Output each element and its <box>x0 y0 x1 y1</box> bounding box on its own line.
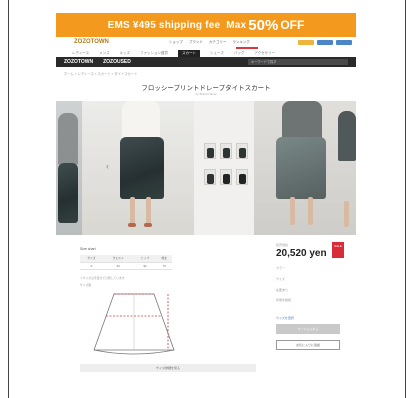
skirt-size-diagram <box>93 293 175 355</box>
add-to-cart-button[interactable]: カートに入れる <box>276 324 340 334</box>
nav-item[interactable]: キッズ <box>120 51 131 56</box>
model-leg <box>146 197 151 225</box>
promo-text: EMS ¥495 shipping fee <box>107 19 221 31</box>
nav-item[interactable]: レディース <box>72 51 89 56</box>
login-button[interactable] <box>298 39 314 45</box>
site-tab-zozotown[interactable]: ZOZOTOWN <box>64 59 93 65</box>
size-header-cell: 総丈 <box>156 255 172 263</box>
product-info-size: サイズ <box>276 277 285 281</box>
site-tab-zozoused[interactable]: ZOZOUSED <box>103 59 131 65</box>
cart-button[interactable] <box>317 39 333 45</box>
model-image <box>338 111 356 161</box>
promo-off: OFF <box>280 18 305 32</box>
promo-discount: 50% <box>248 16 279 34</box>
size-chart-header-row: サイズ ウエスト ヒップ 総丈 <box>80 255 172 263</box>
model-shoe <box>144 223 152 227</box>
gallery-panel-left <box>56 101 82 235</box>
nav-item[interactable]: メンズ <box>99 51 109 56</box>
header-link[interactable]: ショップ <box>169 40 183 45</box>
size-cell: 64 <box>102 262 134 270</box>
product-info-color: カラー <box>276 266 286 270</box>
header-link[interactable]: カテゴリー <box>209 40 227 45</box>
site-header: ZOZOTOWN ショップ ブランド カテゴリー ランキング <box>56 37 356 47</box>
gallery-thumbnails <box>194 101 254 235</box>
header-actions <box>295 39 352 45</box>
thumbnail[interactable] <box>220 169 232 185</box>
favorite-button[interactable]: お気に入りに追加 <box>276 340 340 350</box>
breadcrumb[interactable]: ホーム > レディース > スカート > タイトスカート <box>64 71 137 76</box>
product-info-status[interactable]: 状態を確認 <box>276 298 291 302</box>
header-link[interactable]: ランキング <box>232 40 249 45</box>
thumbnail[interactable] <box>220 143 232 159</box>
search-input[interactable]: キーワードで探す <box>248 59 348 65</box>
model-shoe <box>128 223 136 227</box>
thumbnail[interactable] <box>204 143 216 159</box>
model-leg <box>344 201 349 227</box>
sale-badge: SALE <box>332 242 344 258</box>
size-chart-row: S 64 92 70 <box>80 262 172 270</box>
size-chart-table: サイズ ウエスト ヒップ 総丈 S 64 92 70 <box>80 255 172 270</box>
size-header-cell: サイズ <box>80 255 103 263</box>
promo-banner[interactable]: EMS ¥495 shipping fee Max 50% OFF <box>56 13 356 37</box>
site-bar: ZOZOTOWN ZOZOUSED キーワードで探す <box>56 57 356 67</box>
header-links: ショップ ブランド カテゴリー ランキング <box>169 40 250 45</box>
size-cell: S <box>80 262 103 270</box>
prev-arrow-icon[interactable]: ‹ <box>106 161 109 171</box>
account-button[interactable] <box>336 39 352 45</box>
product-price: 20,520 yen <box>276 248 327 259</box>
skirt-image <box>58 163 78 223</box>
size-cell: 70 <box>156 262 172 270</box>
model-top <box>282 101 322 141</box>
gallery-main-image[interactable]: ‹ <box>82 101 194 235</box>
skirt-image <box>276 137 326 199</box>
nav-item-active[interactable]: スカート <box>178 49 201 57</box>
product-gallery[interactable]: ‹ <box>56 101 356 235</box>
thumbnail[interactable] <box>204 169 216 185</box>
thumbnail[interactable] <box>236 143 248 159</box>
nav-item[interactable]: ファッション雑貨 <box>140 51 168 56</box>
thumbnail[interactable] <box>236 169 248 185</box>
size-diagram-label: サイズ図 <box>80 283 92 287</box>
size-header-cell: ヒップ <box>133 255 157 263</box>
model-leg <box>308 197 313 225</box>
nav-item[interactable]: シューズ <box>210 51 224 56</box>
model-leg <box>130 197 135 225</box>
model-leg <box>290 197 295 225</box>
size-detail-button[interactable]: サイズ詳細を見る <box>80 364 256 372</box>
gallery-panel-right <box>254 101 356 235</box>
product-brand[interactable]: by Brand Name <box>56 92 356 96</box>
size-note: ※サイズは平置きで計測しています <box>80 276 125 280</box>
promo-max: Max <box>226 19 247 31</box>
size-header-cell: ウエスト <box>102 255 134 263</box>
size-select-link[interactable]: サイズを選択 <box>276 316 294 320</box>
hem-curve <box>93 349 175 355</box>
product-info-stock: 在庫あり <box>276 288 289 292</box>
site-logo[interactable]: ZOZOTOWN <box>74 39 109 45</box>
header-link[interactable]: ブランド <box>189 40 203 45</box>
page-title: フロッシープリントドレープタイトスカート <box>141 85 271 92</box>
model-top <box>122 101 160 141</box>
price-label: 販売価格 <box>276 243 289 247</box>
category-nav: レディース メンズ キッズ ファッション雑貨 スカート シューズ バッグ アクセ… <box>56 49 356 57</box>
size-cell: 92 <box>133 262 157 270</box>
model-image <box>58 113 78 165</box>
nav-item[interactable]: アクセサリー <box>254 51 275 56</box>
skirt-image <box>120 137 164 199</box>
size-chart-title: Size chart <box>80 247 96 251</box>
nav-item[interactable]: バッグ <box>234 51 245 56</box>
